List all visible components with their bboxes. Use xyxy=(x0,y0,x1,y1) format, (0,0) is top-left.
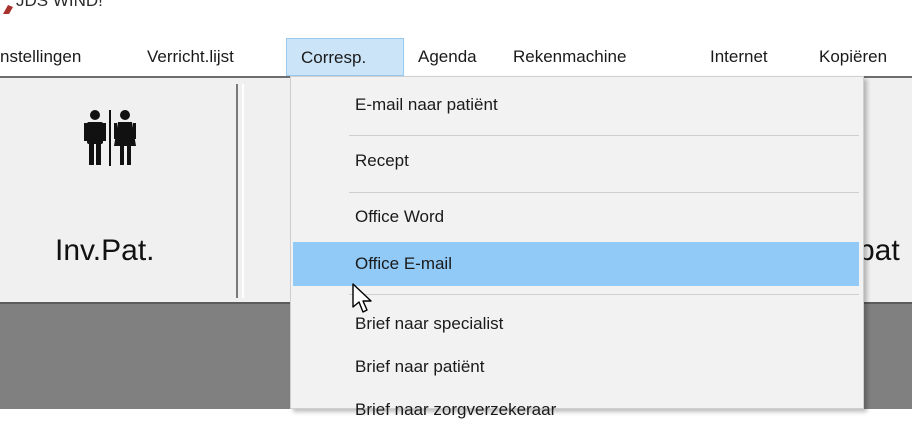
menu-separator xyxy=(349,192,859,193)
toolbar-button-hidden[interactable] xyxy=(242,84,292,298)
menu-bar: nstellingen Verricht.lijst Corresp. Agen… xyxy=(0,38,912,76)
menuitem-recept[interactable]: Recept xyxy=(293,141,859,181)
menu-corresp[interactable]: Corresp. xyxy=(286,38,404,76)
menu-separator xyxy=(349,135,859,136)
menu-kopieren[interactable]: Kopiëren xyxy=(819,38,887,76)
menuitem-email-naar-patient[interactable]: E-mail naar patiënt xyxy=(293,85,859,125)
menu-agenda[interactable]: Agenda xyxy=(418,38,477,76)
menu-instellingen[interactable]: nstellingen xyxy=(0,38,81,76)
menuitem-office-email[interactable]: Office E-mail xyxy=(293,242,859,286)
mouse-cursor-icon xyxy=(352,283,372,313)
pat-button[interactable]: pat xyxy=(858,84,912,298)
inv-pat-label: Inv.Pat. xyxy=(55,234,155,267)
inv-pat-button[interactable]: Inv.Pat. xyxy=(0,84,238,298)
menu-rekenmachine[interactable]: Rekenmachine xyxy=(513,38,626,76)
menu-verricht-lijst[interactable]: Verricht.lijst xyxy=(147,38,234,76)
title-bar: JDS WIND! xyxy=(0,0,912,38)
menuitem-brief-naar-patient[interactable]: Brief naar patiënt xyxy=(293,347,859,387)
menuitem-brief-naar-specialist[interactable]: Brief naar specialist xyxy=(293,304,859,344)
male-female-icon xyxy=(84,110,136,166)
menu-separator xyxy=(349,294,859,295)
menuitem-brief-naar-zorgverzekeraar[interactable]: Brief naar zorgverzekeraar xyxy=(293,390,859,430)
corresp-dropdown-menu: E-mail naar patiënt Recept Office Word O… xyxy=(290,76,864,419)
app-icon xyxy=(3,5,13,14)
pat-label: pat xyxy=(858,234,900,267)
window-title: JDS WIND! xyxy=(16,0,103,10)
menuitem-office-word[interactable]: Office Word xyxy=(293,197,859,237)
menu-internet[interactable]: Internet xyxy=(710,38,768,76)
